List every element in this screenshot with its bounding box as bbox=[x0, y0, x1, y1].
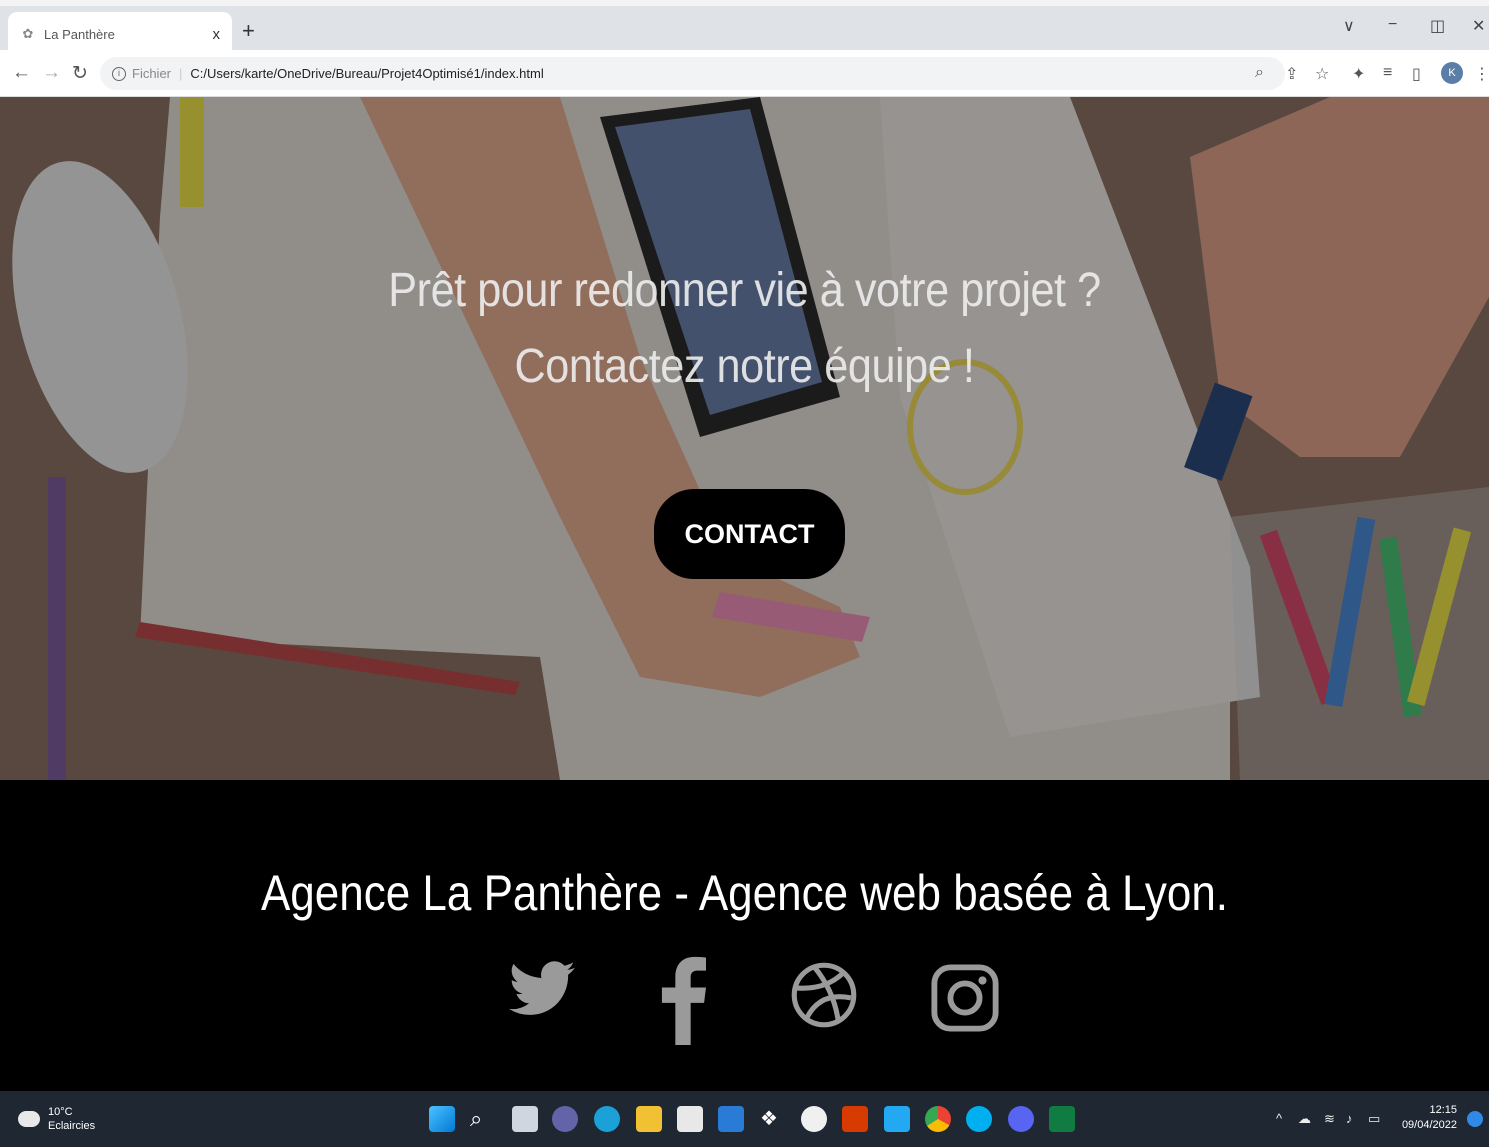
scheme-label: Fichier bbox=[132, 66, 172, 81]
close-icon[interactable]: ✕ bbox=[1472, 16, 1485, 36]
hero-headline: Prêt pour redonner vie à votre projet ? bbox=[388, 264, 1101, 317]
share-icon[interactable]: ⇪ bbox=[1285, 64, 1298, 84]
clock-time: 12:15 bbox=[1429, 1104, 1457, 1116]
chrome-icon[interactable] bbox=[925, 1106, 951, 1132]
url-text[interactable]: C:/Users/karte/OneDrive/Bureau/Projet4Op… bbox=[190, 66, 543, 81]
notification-icon[interactable] bbox=[1467, 1111, 1483, 1127]
reload-icon[interactable]: ↻ bbox=[72, 62, 88, 85]
hero-section: Prêt pour redonner vie à votre projet ? … bbox=[0, 97, 1489, 780]
restore-icon[interactable]: ◫ bbox=[1430, 16, 1445, 36]
instagram-icon[interactable] bbox=[930, 950, 1000, 1046]
temperature: 10°C bbox=[48, 1106, 73, 1118]
vscode-icon[interactable] bbox=[884, 1106, 910, 1132]
mail-icon[interactable] bbox=[718, 1106, 744, 1132]
skype-icon[interactable] bbox=[966, 1106, 992, 1132]
task-view-icon[interactable] bbox=[512, 1106, 538, 1132]
star-icon[interactable]: ☆ bbox=[1315, 64, 1329, 84]
excel-icon[interactable] bbox=[1049, 1106, 1075, 1132]
zoom-icon[interactable]: ⌕ bbox=[1255, 64, 1264, 82]
github-icon[interactable] bbox=[801, 1106, 827, 1132]
weather-widget[interactable]: 10°C Eclaircies bbox=[18, 1105, 95, 1133]
dribbble-icon[interactable] bbox=[790, 950, 858, 1040]
dropbox-icon[interactable]: ❖ bbox=[760, 1106, 786, 1132]
extensions-icon[interactable]: ✦ bbox=[1352, 64, 1365, 84]
minimize-icon[interactable]: − bbox=[1388, 16, 1397, 34]
chevron-up-icon[interactable]: ^ bbox=[1276, 1111, 1282, 1126]
address-bar[interactable]: i Fichier | C:/Users/karte/OneDrive/Bure… bbox=[100, 57, 1285, 90]
clock-date: 09/04/2022 bbox=[1401, 1119, 1457, 1131]
teams-icon[interactable] bbox=[552, 1106, 578, 1132]
menu-icon[interactable]: ⋮ bbox=[1474, 64, 1489, 84]
volume-icon[interactable]: ♪ bbox=[1346, 1111, 1353, 1126]
forward-icon[interactable]: → bbox=[42, 62, 61, 84]
tab-title: La Panthère bbox=[44, 26, 115, 42]
divider: | bbox=[179, 66, 183, 81]
contact-button[interactable]: CONTACT bbox=[654, 489, 845, 579]
file-explorer-icon[interactable] bbox=[636, 1106, 662, 1132]
office-icon[interactable] bbox=[842, 1106, 868, 1132]
hero-overlay bbox=[0, 97, 1489, 780]
chevron-down-icon[interactable]: ∨ bbox=[1343, 16, 1355, 36]
battery-icon[interactable]: ▭ bbox=[1368, 1111, 1380, 1127]
facebook-icon[interactable] bbox=[660, 950, 706, 1048]
site-footer: Agence La Panthère - Agence web basée à … bbox=[0, 780, 1489, 1091]
edge-icon[interactable] bbox=[594, 1106, 620, 1132]
hero-subheadline: Contactez notre équipe ! bbox=[514, 340, 975, 393]
search-icon[interactable]: ⌕ bbox=[470, 1106, 496, 1132]
browser-titlebar: ✿ La Panthère x + ∨ − ◫ ✕ bbox=[0, 0, 1489, 56]
reading-list-icon[interactable]: ≡ bbox=[1383, 64, 1392, 82]
system-clock[interactable]: 12:15 09/04/2022 bbox=[1402, 1103, 1457, 1133]
cloud-icon bbox=[18, 1111, 40, 1127]
weather-condition: Eclaircies bbox=[48, 1120, 96, 1132]
store-icon[interactable] bbox=[677, 1106, 703, 1132]
new-tab-button[interactable]: + bbox=[242, 18, 255, 44]
windows-start-icon[interactable] bbox=[429, 1106, 455, 1132]
avatar[interactable]: K bbox=[1441, 62, 1463, 84]
back-icon[interactable]: ← bbox=[12, 62, 31, 84]
side-panel-icon[interactable]: ▯ bbox=[1412, 64, 1421, 84]
wifi-icon[interactable]: ≋ bbox=[1324, 1111, 1335, 1127]
browser-toolbar: ← → ↻ i Fichier | C:/Users/karte/OneDriv… bbox=[0, 50, 1489, 97]
cloud-sync-icon[interactable]: ☁ bbox=[1298, 1111, 1311, 1127]
favicon-icon: ✿ bbox=[22, 26, 34, 41]
twitter-icon[interactable] bbox=[506, 950, 578, 1030]
info-icon[interactable]: i bbox=[112, 66, 126, 81]
tab-close-button[interactable]: x bbox=[213, 26, 221, 43]
footer-tagline: Agence La Panthère - Agence web basée à … bbox=[260, 865, 1229, 921]
taskbar: 10°C Eclaircies ⌕ ❖ ^ ☁ ≋ ♪ ▭ 12:15 09/0… bbox=[0, 1091, 1489, 1147]
discord-icon[interactable] bbox=[1008, 1106, 1034, 1132]
